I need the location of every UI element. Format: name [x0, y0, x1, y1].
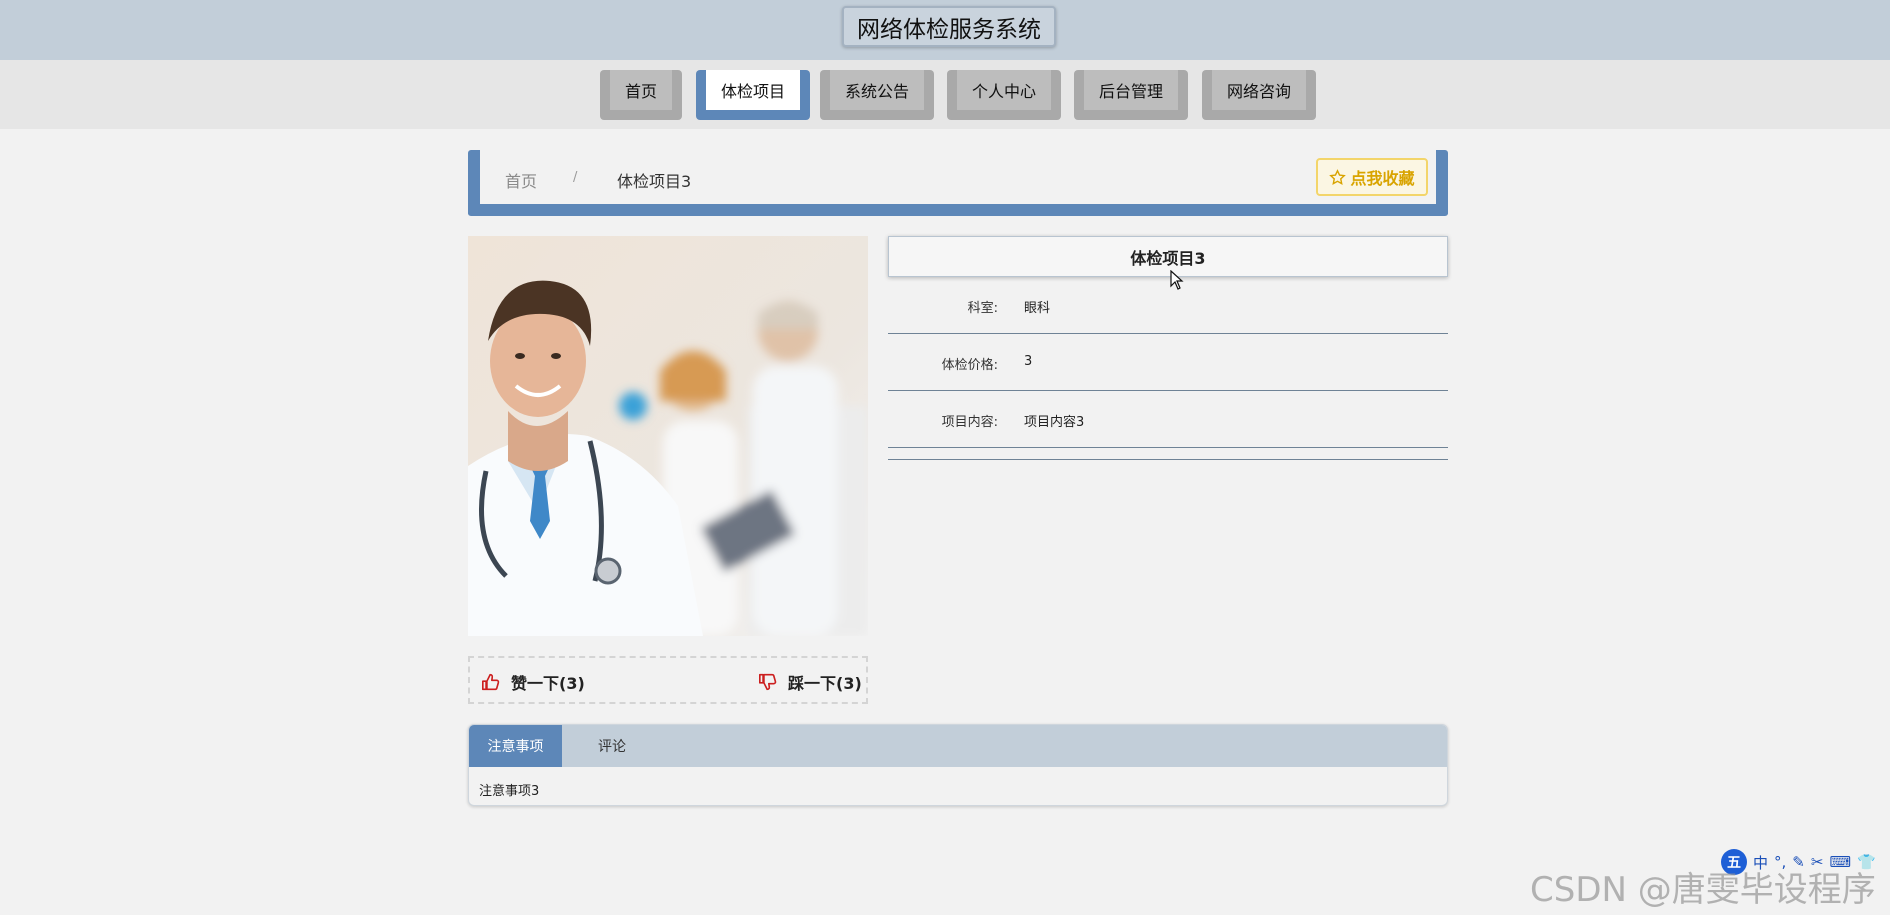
- nav-announcements[interactable]: 系统公告: [820, 70, 934, 120]
- watermark: CSDN @唐雯毕设程序: [1530, 870, 1876, 910]
- main-nav: 首页 体检项目 系统公告 个人中心 后台管理 网络咨询: [0, 60, 1890, 129]
- like-button[interactable]: 赞一下(3): [481, 670, 585, 694]
- nav-checkup-items[interactable]: 体检项目: [696, 70, 810, 120]
- nav-checkup-items-label: 体检项目: [706, 70, 800, 110]
- nav-home-label: 首页: [610, 70, 672, 110]
- tabs-panel: 注意事项 评论 注意事项3: [468, 724, 1448, 806]
- breadcrumb-current: 体检项目3: [617, 172, 692, 191]
- nav-online-consult[interactable]: 网络咨询: [1202, 70, 1316, 120]
- price-value: 3: [1024, 354, 1033, 369]
- thumbs-up-icon: [482, 673, 500, 691]
- detail-divider: [888, 459, 1448, 460]
- favorite-label: 点我收藏: [1350, 169, 1415, 188]
- content-label: 项目内容:: [941, 415, 998, 430]
- breadcrumb-separator: /: [573, 170, 578, 185]
- favorite-button[interactable]: 点我收藏: [1316, 158, 1428, 196]
- breadcrumb: 首页 / 体检项目3 点我收藏: [468, 150, 1448, 216]
- nav-admin[interactable]: 后台管理: [1074, 70, 1188, 120]
- breadcrumb-home[interactable]: 首页: [505, 168, 537, 192]
- mouse-cursor-icon: [1170, 270, 1184, 290]
- nav-home[interactable]: 首页: [600, 70, 682, 120]
- detail-row-price: 体检价格: 3: [888, 334, 1448, 391]
- item-title: 体检项目3: [888, 236, 1448, 277]
- tab-comments[interactable]: 评论: [562, 725, 662, 767]
- detail-row-content: 项目内容: 项目内容3: [888, 391, 1448, 448]
- nav-personal-center[interactable]: 个人中心: [947, 70, 1061, 120]
- nav-admin-label: 后台管理: [1084, 70, 1178, 110]
- dislike-button[interactable]: 踩一下(3): [758, 670, 862, 694]
- star-outline-icon: [1329, 168, 1347, 185]
- vote-box: 赞一下(3) 踩一下(3): [468, 656, 868, 704]
- item-photo: [468, 236, 868, 636]
- thumbs-down-icon: [758, 673, 777, 691]
- like-label: 赞一下(3): [511, 674, 585, 693]
- nav-personal-center-label: 个人中心: [957, 70, 1051, 110]
- department-label: 科室:: [967, 301, 998, 316]
- tab-content: 注意事项3: [479, 784, 540, 799]
- content-value: 项目内容3: [1024, 415, 1085, 430]
- dislike-label: 踩一下(3): [788, 674, 862, 693]
- tab-header: 注意事项 评论: [469, 725, 1447, 767]
- detail-row-department: 科室: 眼科: [888, 277, 1448, 334]
- price-label: 体检价格:: [941, 358, 998, 373]
- site-title: 网络体检服务系统: [842, 6, 1056, 47]
- tab-notes[interactable]: 注意事项: [469, 725, 562, 767]
- nav-announcements-label: 系统公告: [830, 70, 924, 110]
- nav-online-consult-label: 网络咨询: [1212, 70, 1306, 110]
- header-bar: 网络体检服务系统: [0, 0, 1890, 60]
- department-value: 眼科: [1024, 301, 1051, 316]
